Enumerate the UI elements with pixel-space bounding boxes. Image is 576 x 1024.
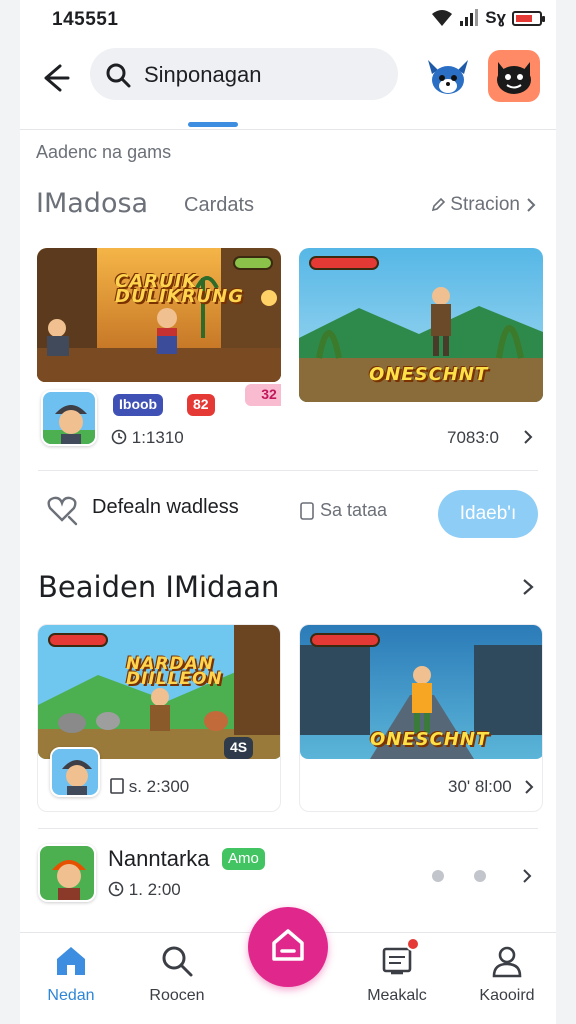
divider: [38, 828, 538, 829]
game-art-title-4: ONESCHNT: [370, 729, 490, 750]
page-dot: [474, 870, 486, 882]
hero-portrait-icon: [43, 392, 95, 444]
chevron-right-icon: [527, 198, 536, 212]
nav-label-profile: Kaooird: [479, 987, 535, 1004]
section-title: Beaiden IMidaan: [38, 570, 280, 604]
wifi-icon: [432, 10, 453, 26]
game-art-2: ONESCHNT: [299, 248, 543, 402]
notification-dot: [406, 937, 420, 951]
featured-game-card-2[interactable]: ONESCHNT 7083:0: [299, 248, 543, 458]
home-plus-icon: [272, 929, 304, 961]
game-stat-1: 1:1310: [111, 428, 184, 448]
divider: [38, 470, 538, 471]
search-input[interactable]: Sinponagan: [144, 62, 261, 88]
list-item-tag: Amo: [222, 848, 265, 870]
signal-icon: [460, 9, 479, 26]
clock-icon: [108, 881, 124, 897]
game-art-title-1: CARUIK DULIKRUNG: [115, 271, 244, 307]
health-bar: [48, 633, 108, 647]
nav-item-home[interactable]: Nedan: [26, 943, 116, 1005]
game-card-3[interactable]: NARDAN DIILLEON 4S s. 2:300: [37, 624, 281, 812]
game-art-4: ONESCHNT: [300, 625, 542, 759]
game-stat-2: 7083:0: [447, 428, 499, 447]
follow-text: Defealn wadless: [92, 496, 239, 518]
game-app-icon-3[interactable]: [50, 747, 100, 797]
mascot-avatar-2[interactable]: [488, 50, 540, 102]
art-tag: 4S: [224, 737, 254, 759]
page-dot: [432, 870, 444, 882]
list-item-sub: 1. 2:00: [108, 880, 181, 900]
game-badge-2: 82: [187, 394, 215, 416]
chevron-right-icon[interactable]: [522, 780, 536, 794]
header-tab-indicator: [188, 122, 238, 127]
game-art-1: CARUIK DULIKRUNG: [37, 248, 281, 382]
chevron-right-icon[interactable]: [520, 578, 536, 596]
featured-game-card-1[interactable]: CARUIK DULIKRUNG Iboob 82 32 1:1310: [37, 248, 281, 458]
game-art-title-3: NARDAN DIILLEON: [126, 654, 223, 689]
app-screen: 145551 Sɣ Sinponagan Aadenc na gams IMad…: [20, 0, 556, 1024]
top-header: Sinponagan: [20, 40, 556, 130]
game-stat-3: s. 2:300: [110, 777, 189, 797]
battery-icon: [512, 10, 545, 26]
game-card-4[interactable]: ONESCHNT 30' 8l:00: [299, 624, 543, 812]
health-bar: [233, 256, 273, 270]
price-tag: 32: [245, 384, 281, 406]
heart-search-icon: [47, 496, 78, 526]
nav-item-profile[interactable]: Kaooird: [462, 943, 552, 1005]
edit-icon: [432, 197, 446, 212]
profile-icon: [492, 946, 522, 978]
game-art-title-2: ONESCHNT: [369, 364, 489, 385]
game-badge-1: Iboob: [113, 394, 164, 416]
chevron-right-icon[interactable]: [521, 430, 535, 444]
search-bar[interactable]: Sinponagan: [90, 48, 398, 100]
fox-mascot-icon: [428, 60, 468, 94]
carrier-label: Sɣ: [485, 8, 506, 27]
hero-portrait-icon: [52, 749, 98, 795]
tab-right-link[interactable]: Stracion: [430, 194, 538, 216]
health-bar: [310, 633, 380, 647]
nav-item-search[interactable]: Roocen: [132, 943, 222, 1005]
nav-label-search: Roocen: [149, 987, 205, 1004]
game-art-3: NARDAN DIILLEON 4S: [38, 625, 280, 759]
status-bar: 145551 Sɣ: [20, 0, 556, 40]
list-item[interactable]: Nanntarka Amo 1. 2:00: [20, 838, 556, 918]
list-item-title: Nanntarka: [108, 846, 210, 871]
search-icon: [106, 63, 131, 88]
nav-label-messages: Meakalc: [367, 987, 427, 1004]
status-time: 145551: [52, 9, 119, 30]
cat-mascot-icon: [497, 62, 531, 94]
follow-row: Defealn wadless Sa tataa Idaeb'ı: [20, 482, 556, 546]
health-bar: [309, 256, 379, 270]
document-icon: [300, 501, 314, 520]
nav-label-home: Nedan: [47, 987, 95, 1004]
tab-secondary[interactable]: Cardats: [184, 194, 254, 217]
follow-button[interactable]: Idaeb'ı: [438, 490, 538, 538]
document-icon: [110, 778, 124, 794]
clock-icon: [111, 429, 127, 445]
section-caption: Aadenc na gams: [36, 142, 172, 162]
secondary-link[interactable]: Sa tataa: [300, 500, 387, 521]
category-tabs: IMadosa Cardats Stracion: [20, 186, 556, 226]
game-app-icon-1[interactable]: [41, 390, 97, 446]
list-app-icon[interactable]: [38, 844, 96, 902]
create-fab-button[interactable]: [248, 907, 328, 987]
back-arrow-icon[interactable]: [38, 58, 78, 98]
game-stat-4: 30' 8l:00: [448, 777, 512, 796]
chevron-right-icon[interactable]: [520, 868, 534, 884]
home-icon: [57, 947, 85, 975]
bottom-nav: Nedan Roocen Meakalc Kaooird: [20, 907, 556, 1024]
tab-right-label: Stracion: [450, 194, 520, 215]
mascot-avatar-1[interactable]: [422, 50, 474, 102]
search-icon: [162, 946, 193, 977]
warrior-portrait-icon: [40, 846, 94, 900]
nav-item-messages[interactable]: Meakalc: [352, 937, 442, 1005]
tab-primary[interactable]: IMadosa: [36, 188, 148, 219]
